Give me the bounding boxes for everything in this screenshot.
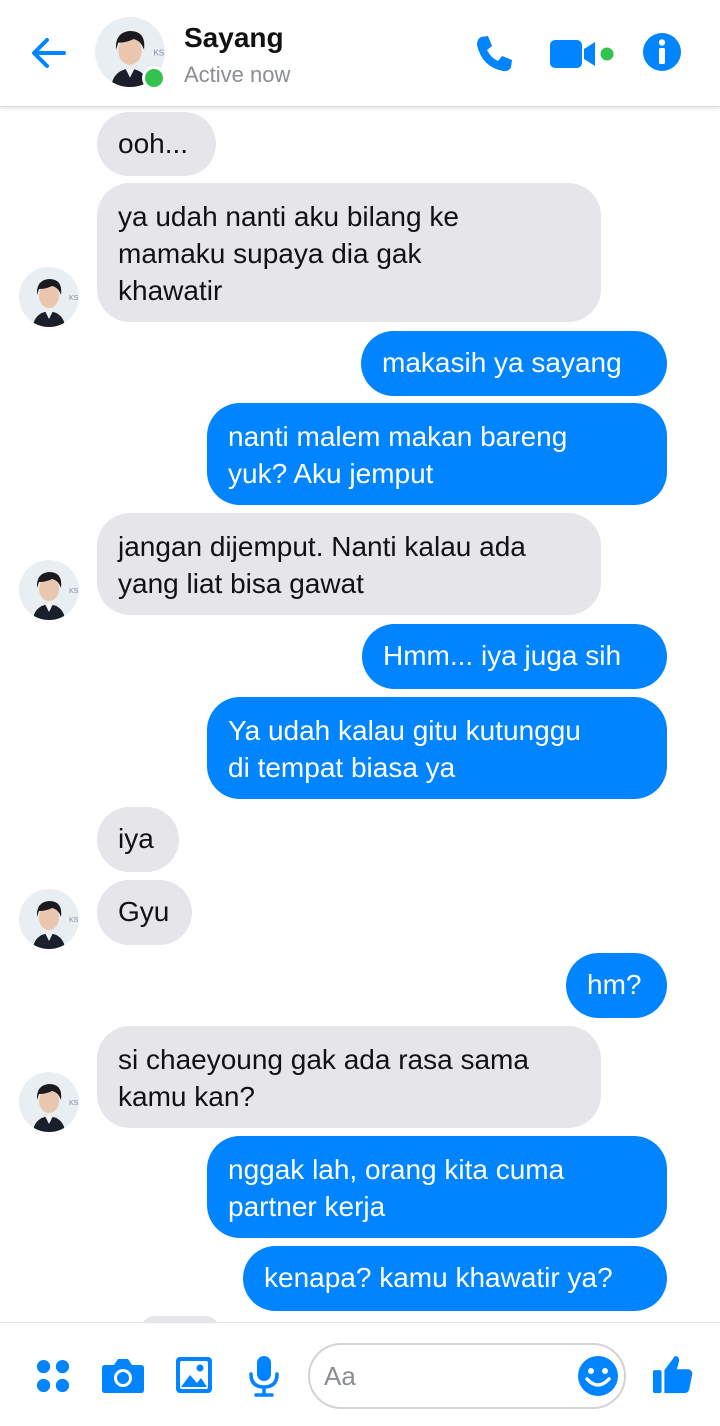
message-bubble-outgoing[interactable]: Hmm... iya juga sih [362,624,667,689]
sender-avatar[interactable] [19,560,79,620]
message-bubble-outgoing[interactable]: Ya udah kalau gitu kutunggu di tempat bi… [207,697,667,799]
message-input[interactable]: Aa [308,1343,626,1409]
info-icon[interactable] [640,30,684,74]
sender-avatar[interactable] [19,1072,79,1132]
active-status: Active now [184,62,291,87]
contact-name[interactable]: Sayang [184,22,284,54]
microphone-icon[interactable] [248,1355,280,1397]
message-bubble-incoming[interactable]: Gyu [97,880,192,945]
gallery-icon[interactable] [175,1356,213,1394]
message-bubble-incoming[interactable]: jangan dijemput. Nanti kalau ada yang li… [97,513,601,615]
back-arrow-icon[interactable] [26,30,72,76]
video-call-icon[interactable] [548,36,618,72]
thumbs-up-icon[interactable] [652,1353,694,1395]
message-input-placeholder: Aa [324,1361,356,1391]
message-bubble-incoming[interactable]: ooh... [97,112,216,176]
sender-avatar[interactable] [19,267,79,327]
message-composer: Aa [0,1322,720,1426]
phone-call-icon[interactable] [472,32,516,76]
emoji-icon[interactable] [576,1354,620,1398]
sender-avatar[interactable] [19,889,79,949]
message-bubble-outgoing[interactable]: kenapa? kamu khawatir ya? [243,1246,667,1311]
chat-header: Sayang Active now [0,0,720,107]
apps-icon[interactable] [36,1359,70,1393]
message-bubble-outgoing[interactable]: makasih ya sayang [361,331,667,396]
message-bubble-outgoing[interactable]: hm? [566,953,667,1018]
message-bubble-outgoing[interactable]: nanti malem makan bareng yuk? Aku jemput [207,403,667,505]
message-bubble-incoming[interactable]: iya [97,807,179,872]
message-bubble-incoming[interactable]: si chaeyoung gak ada rasa sama kamu kan? [97,1026,601,1128]
online-indicator [142,66,166,90]
camera-icon[interactable] [101,1356,145,1394]
message-bubble-incoming[interactable]: ya udah nanti aku bilang ke mamaku supay… [97,183,601,322]
message-bubble-outgoing[interactable]: nggak lah, orang kita cuma partner kerja [207,1136,667,1238]
